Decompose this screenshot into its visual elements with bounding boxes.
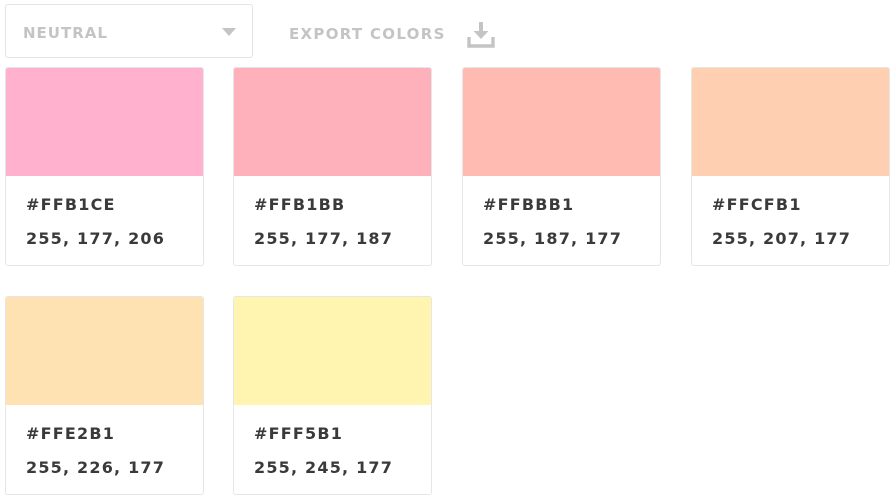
swatch-hex: #FFBBB1 <box>483 195 575 214</box>
swatch-card[interactable]: #FFB1BB 255, 177, 187 <box>233 67 432 266</box>
swatch-color <box>234 68 431 176</box>
swatch-rgb: 255, 177, 206 <box>26 229 166 248</box>
swatch-rgb: 255, 187, 177 <box>483 229 623 248</box>
swatch-rgb: 255, 245, 177 <box>254 458 394 477</box>
swatch-card[interactable]: #FFB1CE 255, 177, 206 <box>5 67 204 266</box>
swatch-card[interactable]: #FFE2B1 255, 226, 177 <box>5 296 204 495</box>
swatch-color <box>692 68 889 176</box>
swatch-hex: #FFB1BB <box>254 195 346 214</box>
swatch-color <box>234 297 431 405</box>
swatch-card[interactable]: #FFF5B1 255, 245, 177 <box>233 296 432 495</box>
swatch-rgb: 255, 226, 177 <box>26 458 166 477</box>
swatch-hex: #FFF5B1 <box>254 424 344 443</box>
swatch-hex: #FFCFB1 <box>712 195 802 214</box>
swatch-color <box>463 68 660 176</box>
swatch-hex: #FFB1CE <box>26 195 116 214</box>
swatch-card[interactable]: #FFBBB1 255, 187, 177 <box>462 67 661 266</box>
swatch-rgb: 255, 177, 187 <box>254 229 394 248</box>
swatch-grid: #FFB1CE 255, 177, 206 #FFB1BB 255, 177, … <box>0 0 895 498</box>
swatch-rgb: 255, 207, 177 <box>712 229 852 248</box>
swatch-hex: #FFE2B1 <box>26 424 116 443</box>
swatch-color <box>6 68 203 176</box>
swatch-color <box>6 297 203 405</box>
swatch-card[interactable]: #FFCFB1 255, 207, 177 <box>691 67 890 266</box>
